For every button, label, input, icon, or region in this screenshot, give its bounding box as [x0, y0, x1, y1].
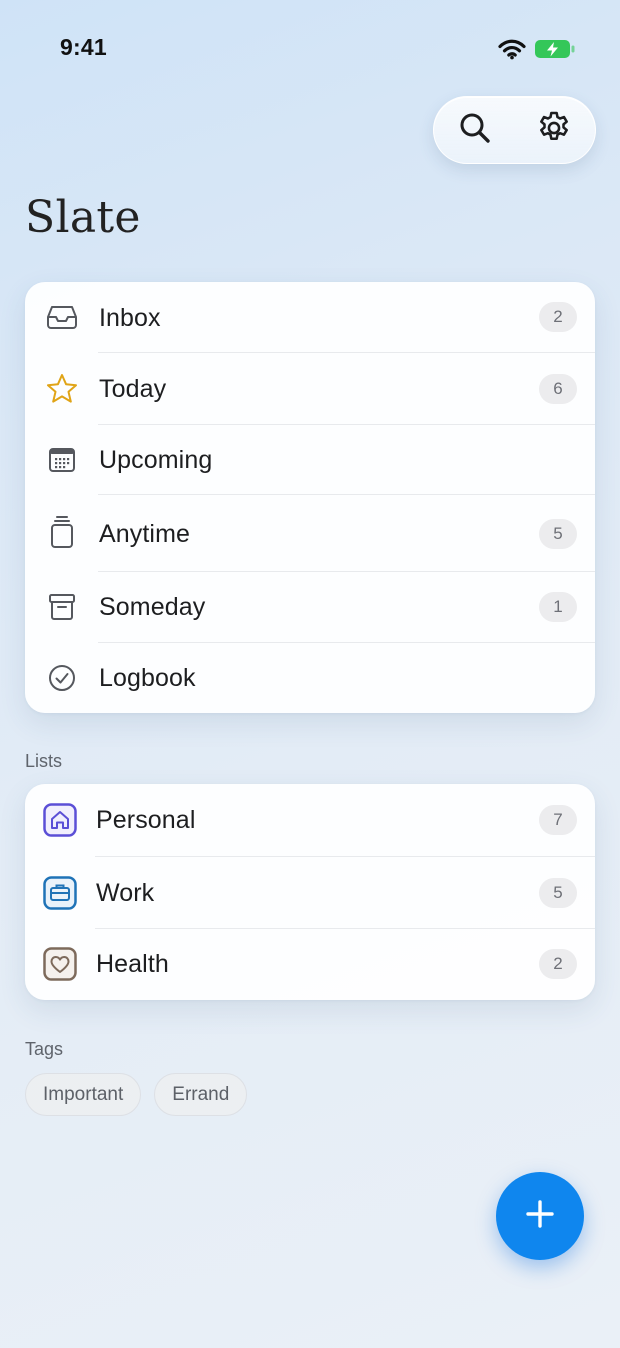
house-icon — [43, 803, 77, 837]
star-icon — [45, 372, 79, 406]
add-task-button[interactable] — [496, 1172, 584, 1260]
count-badge: 5 — [539, 519, 577, 549]
status-icons — [498, 38, 576, 65]
lists-section-label: Lists — [25, 751, 63, 771]
list-item-label: Health — [96, 950, 169, 978]
stack-icon — [45, 515, 79, 549]
list-item-label: Work — [96, 879, 155, 907]
nav-item-anytime[interactable]: Anytime 5 — [25, 495, 595, 572]
nav-item-label: Upcoming — [99, 446, 213, 474]
nav-item-today[interactable]: Today 6 — [25, 353, 595, 425]
checkmark-circle-icon — [45, 661, 79, 695]
nav-item-label: Anytime — [99, 520, 191, 548]
list-item-health[interactable]: Health 2 — [25, 929, 595, 1000]
nav-item-label: Someday — [99, 593, 206, 621]
heart-icon — [43, 947, 77, 981]
wifi-icon — [498, 38, 526, 65]
tags-section-label: Tags — [25, 1039, 64, 1059]
nav-item-logbook[interactable]: Logbook — [25, 643, 595, 713]
calendar-icon — [45, 443, 79, 477]
battery-charging-icon — [534, 38, 576, 65]
tag-important[interactable]: Important — [25, 1073, 142, 1116]
inbox-tray-icon — [45, 300, 79, 334]
settings-button[interactable] — [534, 110, 574, 150]
page-title: Slate — [25, 192, 141, 243]
list-item-personal[interactable]: Personal 7 — [25, 784, 595, 856]
nav-item-someday[interactable]: Someday 1 — [25, 572, 595, 642]
nav-item-label: Inbox — [99, 304, 161, 332]
header-actions — [433, 96, 596, 164]
count-badge: 5 — [539, 878, 577, 908]
smart-lists-card: Inbox 2 Today 6 Upcoming Anytime 5 Somed… — [25, 282, 595, 713]
search-icon — [457, 110, 493, 151]
nav-item-upcoming[interactable]: Upcoming — [25, 425, 595, 494]
count-badge: 2 — [539, 302, 577, 332]
count-badge: 6 — [539, 374, 577, 404]
nav-item-inbox[interactable]: Inbox 2 — [25, 282, 595, 353]
search-button[interactable] — [455, 110, 495, 150]
status-time: 9:41 — [60, 34, 107, 60]
plus-icon — [525, 1199, 555, 1234]
nav-item-label: Logbook — [99, 664, 196, 692]
tags-row: Important Errand — [25, 1073, 248, 1116]
lists-card: Personal 7 Work 5 Health 2 — [25, 784, 595, 1000]
gear-icon — [535, 109, 573, 152]
tag-errand[interactable]: Errand — [154, 1073, 248, 1116]
list-item-label: Personal — [96, 806, 196, 834]
list-item-work[interactable]: Work 5 — [25, 857, 595, 929]
nav-item-label: Today — [99, 375, 167, 403]
archive-box-icon — [45, 590, 79, 624]
count-badge: 2 — [539, 949, 577, 979]
count-badge: 1 — [539, 592, 577, 622]
briefcase-icon — [43, 876, 77, 910]
count-badge: 7 — [539, 805, 577, 835]
